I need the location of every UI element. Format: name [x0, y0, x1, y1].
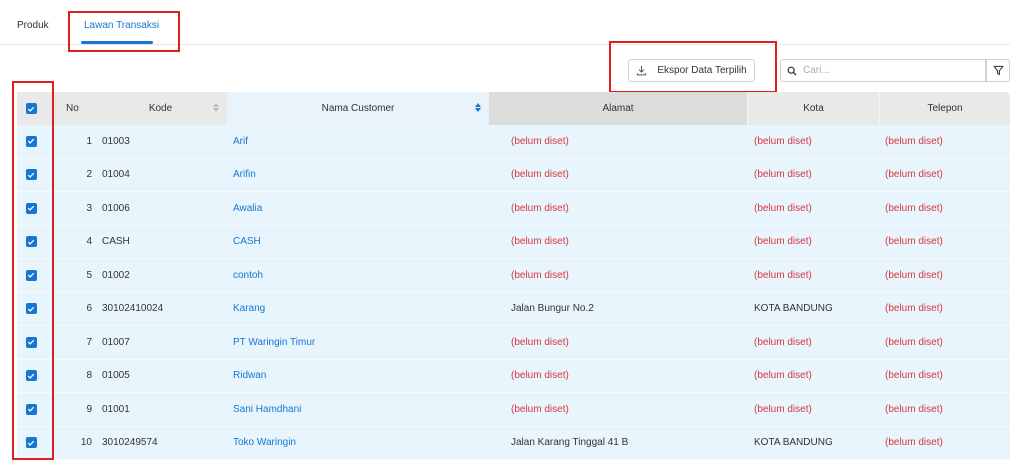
table-row[interactable]: 5 01002 contoh (belum diset) (belum diset) (b…	[17, 259, 1010, 293]
cell-kode: 01004	[102, 169, 130, 181]
column-header-alamat: Alamat	[489, 92, 747, 125]
table-row[interactable]: 3 01006 Awalia (belum diset) (belum diset) (b…	[17, 192, 1010, 226]
cell-kota: (belum diset)	[754, 202, 812, 214]
highlight-box-checkboxes	[12, 81, 54, 460]
cell-alamat: Jalan Karang Tinggal 41 B	[511, 437, 629, 449]
cell-alamat: Jalan Bungur No.2	[511, 303, 594, 315]
cell-nama-customer-link[interactable]: Awalia	[233, 192, 489, 225]
table-row[interactable]: 6 30102410024 Karang Jalan Bungur No.2 KOTA …	[17, 292, 1010, 326]
cell-nama-customer-link[interactable]: contoh	[233, 259, 489, 292]
tab-produk[interactable]: Produk	[17, 20, 49, 31]
cell-kode: 01002	[102, 269, 130, 281]
table-row[interactable]: 1 01003 Arif (belum diset) (belum diset) (bel…	[17, 125, 1010, 159]
cell-kota: (belum diset)	[754, 135, 812, 147]
cell-nama-customer-link[interactable]: Arif	[233, 125, 489, 158]
table-row[interactable]: 8 01005 Ridwan (belum diset) (belum diset) (b…	[17, 359, 1010, 393]
search-input[interactable]	[803, 65, 973, 76]
column-header-no: No	[66, 103, 79, 114]
column-header-kota: Kota	[747, 92, 879, 125]
column-header-telepon: Telepon	[879, 92, 1010, 125]
cell-alamat: (belum diset)	[511, 236, 569, 248]
cell-telepon: (belum diset)	[885, 303, 943, 315]
cell-nama-customer-link[interactable]: PT Waringin Timur	[233, 326, 489, 359]
cell-nama-customer-link[interactable]: Sani Hamdhani	[233, 393, 489, 426]
cell-kode: 01007	[102, 336, 130, 348]
cell-nama-customer-link[interactable]: Ridwan	[233, 360, 489, 393]
search-icon	[787, 66, 797, 75]
sort-icon	[213, 103, 219, 112]
cell-kota: (belum diset)	[754, 236, 812, 248]
table-body: 1 01003 Arif (belum diset) (belum diset) (bel…	[17, 125, 1010, 460]
filter-button[interactable]	[986, 59, 1010, 82]
column-header-nama-label: Nama Customer	[321, 103, 395, 114]
cell-telepon: (belum diset)	[885, 336, 943, 348]
cell-alamat: (belum diset)	[511, 403, 569, 415]
cell-telepon: (belum diset)	[885, 169, 943, 181]
column-header-kode[interactable]: Kode	[94, 92, 227, 125]
cell-alamat: (belum diset)	[511, 370, 569, 382]
cell-kode: 01006	[102, 202, 130, 214]
cell-nama-customer-link[interactable]: Karang	[233, 293, 489, 326]
cell-kota: (belum diset)	[754, 169, 812, 181]
table-row[interactable]: 7 01007 PT Waringin Timur (belum diset) (bel…	[17, 326, 1010, 360]
cell-alamat: (belum diset)	[511, 202, 569, 214]
cell-alamat: (belum diset)	[511, 169, 569, 181]
cell-kota: (belum diset)	[754, 403, 812, 415]
cell-kode: 01005	[102, 370, 130, 382]
sort-icon	[475, 103, 481, 112]
cell-kode: 3010249574	[102, 437, 158, 449]
cell-telepon: (belum diset)	[885, 370, 943, 382]
highlight-box-tab	[68, 11, 180, 52]
cell-kota: KOTA BANDUNG	[754, 303, 833, 315]
cell-telepon: (belum diset)	[885, 437, 943, 449]
cell-telepon: (belum diset)	[885, 236, 943, 248]
cell-kota: (belum diset)	[754, 370, 812, 382]
cell-telepon: (belum diset)	[885, 403, 943, 415]
cell-alamat: (belum diset)	[511, 135, 569, 147]
highlight-box-export	[609, 41, 777, 93]
table-row[interactable]: 10 3010249574 Toko Waringin Jalan Karang Ti…	[17, 426, 1010, 460]
cell-telepon: (belum diset)	[885, 269, 943, 281]
table-row[interactable]: 2 01004 Arifin (belum diset) (belum diset) (b…	[17, 158, 1010, 192]
cell-nama-customer-link[interactable]: Toko Waringin	[233, 427, 489, 460]
table-header: No Kode Nama Customer Alamat Kota Telepo…	[17, 92, 1010, 125]
cell-kode: 01001	[102, 403, 130, 415]
cell-kode: CASH	[102, 236, 130, 248]
table-row[interactable]: 9 01001 Sani Hamdhani (belum diset) (belum d…	[17, 393, 1010, 427]
cell-telepon: (belum diset)	[885, 202, 943, 214]
cell-telepon: (belum diset)	[885, 135, 943, 147]
cell-kode: 30102410024	[102, 303, 164, 315]
customer-table: No Kode Nama Customer Alamat Kota Telepo…	[17, 92, 1010, 460]
column-header-nama[interactable]: Nama Customer	[227, 92, 489, 125]
cell-nama-customer-link[interactable]: CASH	[233, 226, 489, 259]
cell-kota: KOTA BANDUNG	[754, 437, 833, 449]
table-row[interactable]: 4 CASH CASH (belum diset) (belum diset) (belu…	[17, 225, 1010, 259]
cell-kota: (belum diset)	[754, 269, 812, 281]
cell-kota: (belum diset)	[754, 336, 812, 348]
cell-alamat: (belum diset)	[511, 336, 569, 348]
column-header-kode-label: Kode	[148, 103, 173, 114]
cell-nama-customer-link[interactable]: Arifin	[233, 159, 489, 192]
cell-alamat: (belum diset)	[511, 269, 569, 281]
cell-kode: 01003	[102, 135, 130, 147]
search-box	[780, 59, 986, 82]
filter-icon	[993, 65, 1003, 76]
